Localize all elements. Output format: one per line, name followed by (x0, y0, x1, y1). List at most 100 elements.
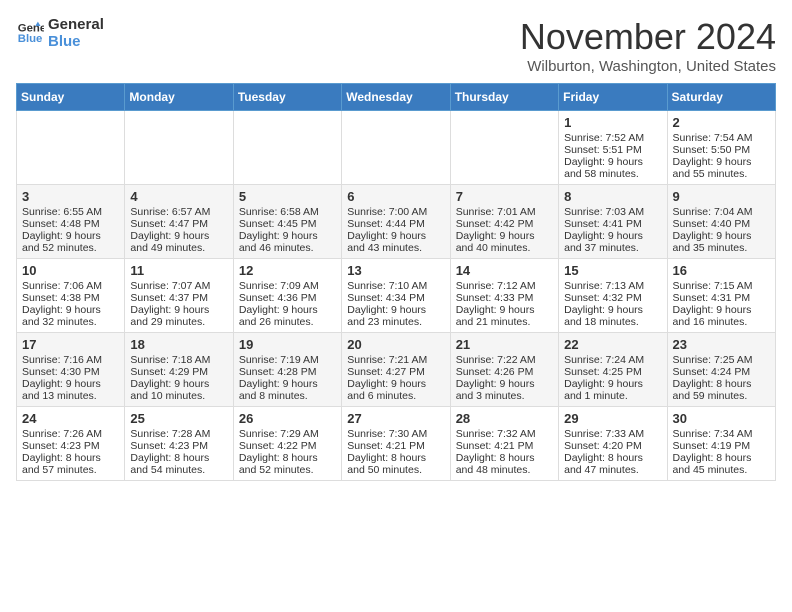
day-detail: Sunset: 4:27 PM (347, 366, 444, 378)
day-detail: Sunset: 4:21 PM (347, 440, 444, 452)
day-number: 19 (239, 337, 336, 352)
day-detail: Sunrise: 7:16 AM (22, 354, 119, 366)
day-detail: Sunrise: 7:01 AM (456, 206, 553, 218)
calendar-cell: 8Sunrise: 7:03 AMSunset: 4:41 PMDaylight… (559, 185, 667, 259)
calendar-cell: 13Sunrise: 7:10 AMSunset: 4:34 PMDayligh… (342, 259, 450, 333)
calendar-cell: 26Sunrise: 7:29 AMSunset: 4:22 PMDayligh… (233, 407, 341, 481)
day-number: 14 (456, 263, 553, 278)
day-detail: Sunset: 4:23 PM (130, 440, 227, 452)
svg-text:Blue: Blue (18, 33, 43, 45)
day-number: 24 (22, 411, 119, 426)
day-detail: Daylight: 9 hours and 49 minutes. (130, 230, 227, 254)
day-detail: Sunset: 4:21 PM (456, 440, 553, 452)
calendar-cell: 19Sunrise: 7:19 AMSunset: 4:28 PMDayligh… (233, 333, 341, 407)
day-detail: Sunset: 4:30 PM (22, 366, 119, 378)
day-detail: Sunrise: 7:10 AM (347, 280, 444, 292)
day-detail: Sunrise: 7:21 AM (347, 354, 444, 366)
day-number: 7 (456, 189, 553, 204)
day-detail: Daylight: 9 hours and 21 minutes. (456, 304, 553, 328)
day-detail: Daylight: 8 hours and 54 minutes. (130, 452, 227, 476)
day-detail: Sunrise: 7:06 AM (22, 280, 119, 292)
calendar-cell: 7Sunrise: 7:01 AMSunset: 4:42 PMDaylight… (450, 185, 558, 259)
day-detail: Sunset: 4:33 PM (456, 292, 553, 304)
logo-icon: General Blue (16, 19, 44, 47)
day-detail: Sunset: 4:36 PM (239, 292, 336, 304)
calendar-row-3: 17 Sunrise: 7:16 AMSunset: 4:30 PM Dayligh… (17, 333, 776, 407)
day-detail: Sunset: 4:37 PM (130, 292, 227, 304)
calendar-cell: 12Sunrise: 7:09 AMSunset: 4:36 PMDayligh… (233, 259, 341, 333)
day-detail: Daylight: 9 hours and 32 minutes. (22, 304, 119, 328)
calendar-cell: 2Sunrise: 7:54 AMSunset: 5:50 PMDaylight… (667, 111, 775, 185)
day-number: 15 (564, 263, 661, 278)
day-detail: Sunset: 4:38 PM (22, 292, 119, 304)
day-detail: Daylight: 9 hours and 46 minutes. (239, 230, 336, 254)
day-number: 3 (22, 189, 119, 204)
logo-general: General (48, 16, 104, 33)
day-detail: Sunset: 4:42 PM (456, 218, 553, 230)
day-detail: Daylight: 9 hours and 43 minutes. (347, 230, 444, 254)
day-detail: Daylight: 8 hours and 52 minutes. (239, 452, 336, 476)
day-detail: Daylight: 8 hours and 45 minutes. (673, 452, 770, 476)
day-detail: Sunset: 4:25 PM (564, 366, 661, 378)
day-detail: Daylight: 9 hours and 35 minutes. (673, 230, 770, 254)
day-detail: Daylight: 9 hours and 23 minutes. (347, 304, 444, 328)
day-detail: Sunrise: 7:54 AM (673, 132, 770, 144)
calendar-cell: 1Sunrise: 7:52 AMSunset: 5:51 PMDaylight… (559, 111, 667, 185)
calendar-cell: 9Sunrise: 7:04 AMSunset: 4:40 PMDaylight… (667, 185, 775, 259)
logo-blue: Blue (48, 33, 104, 50)
day-detail: Sunset: 4:45 PM (239, 218, 336, 230)
month-title: November 2024 (520, 16, 776, 58)
day-number: 18 (130, 337, 227, 352)
day-detail: Sunset: 4:32 PM (564, 292, 661, 304)
day-detail: Sunrise: 7:52 AM (564, 132, 661, 144)
calendar-row-1: 3Sunrise: 6:55 AMSunset: 4:48 PMDaylight… (17, 185, 776, 259)
day-detail: Sunset: 4:34 PM (347, 292, 444, 304)
day-detail: Sunrise: 7:15 AM (673, 280, 770, 292)
day-number: 1 (564, 115, 661, 130)
calendar-cell: 17Sunrise: 7:16 AMSunset: 4:30 PMDayligh… (17, 333, 125, 407)
day-detail: Daylight: 8 hours and 48 minutes. (456, 452, 553, 476)
calendar-cell: 24Sunrise: 7:26 AMSunset: 4:23 PMDayligh… (17, 407, 125, 481)
day-number: 17 (22, 337, 119, 352)
day-detail: Sunrise: 7:12 AM (456, 280, 553, 292)
day-detail: Sunset: 4:29 PM (130, 366, 227, 378)
calendar-cell: 25Sunrise: 7:28 AMSunset: 4:23 PMDayligh… (125, 407, 233, 481)
weekday-header-saturday: Saturday (667, 84, 775, 111)
calendar-cell: 18Sunrise: 7:18 AMSunset: 4:29 PMDayligh… (125, 333, 233, 407)
day-number: 5 (239, 189, 336, 204)
day-number: 20 (347, 337, 444, 352)
day-detail: Daylight: 9 hours and 37 minutes. (564, 230, 661, 254)
day-detail: Sunset: 4:26 PM (456, 366, 553, 378)
calendar-cell: 21Sunrise: 7:22 AMSunset: 4:26 PMDayligh… (450, 333, 558, 407)
calendar-cell: 22Sunrise: 7:24 AMSunset: 4:25 PMDayligh… (559, 333, 667, 407)
day-detail: Sunrise: 7:33 AM (564, 428, 661, 440)
day-detail: Sunrise: 7:24 AM (564, 354, 661, 366)
day-detail: Sunrise: 7:28 AM (130, 428, 227, 440)
day-detail: Daylight: 9 hours and 29 minutes. (130, 304, 227, 328)
day-detail: Sunset: 4:47 PM (130, 218, 227, 230)
day-detail: Daylight: 9 hours and 1 minute. (564, 378, 661, 402)
weekday-header-thursday: Thursday (450, 84, 558, 111)
calendar-cell: 5Sunrise: 6:58 AMSunset: 4:45 PMDaylight… (233, 185, 341, 259)
weekday-header-friday: Friday (559, 84, 667, 111)
weekday-header-sunday: Sunday (17, 84, 125, 111)
day-detail: Sunset: 4:28 PM (239, 366, 336, 378)
calendar-cell: 20Sunrise: 7:21 AMSunset: 4:27 PMDayligh… (342, 333, 450, 407)
calendar-cell (450, 111, 558, 185)
day-number: 12 (239, 263, 336, 278)
day-detail: Sunrise: 7:26 AM (22, 428, 119, 440)
day-number: 28 (456, 411, 553, 426)
calendar-cell: 27Sunrise: 7:30 AMSunset: 4:21 PMDayligh… (342, 407, 450, 481)
day-detail: Sunrise: 7:22 AM (456, 354, 553, 366)
day-detail: Sunset: 4:41 PM (564, 218, 661, 230)
day-detail: Daylight: 9 hours and 16 minutes. (673, 304, 770, 328)
day-number: 9 (673, 189, 770, 204)
day-number: 29 (564, 411, 661, 426)
calendar-cell: 4Sunrise: 6:57 AMSunset: 4:47 PMDaylight… (125, 185, 233, 259)
day-detail: Daylight: 9 hours and 18 minutes. (564, 304, 661, 328)
day-number: 8 (564, 189, 661, 204)
day-number: 30 (673, 411, 770, 426)
calendar-cell: 6Sunrise: 7:00 AMSunset: 4:44 PMDaylight… (342, 185, 450, 259)
day-number: 11 (130, 263, 227, 278)
day-detail: Daylight: 8 hours and 57 minutes. (22, 452, 119, 476)
